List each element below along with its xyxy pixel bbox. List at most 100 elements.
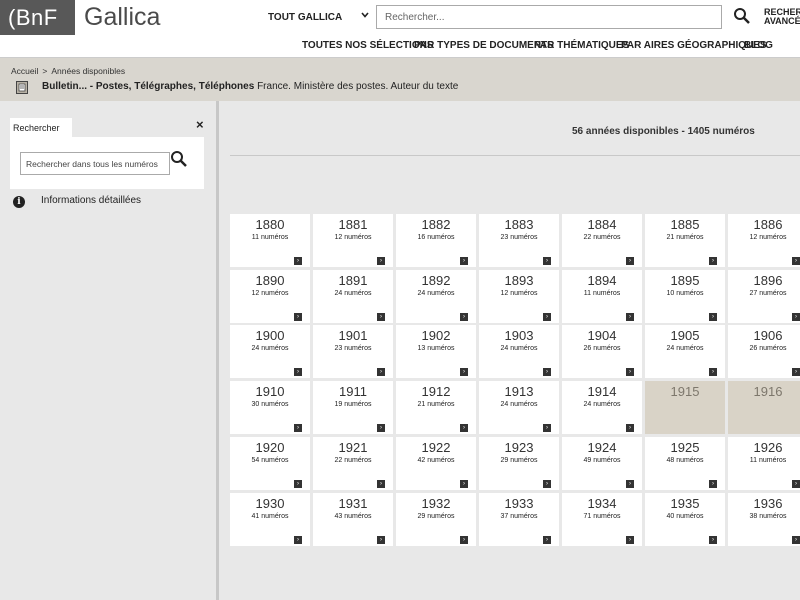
arrow-right-icon[interactable]: › <box>543 424 551 432</box>
year-card[interactable]: 1902 13 numéros › <box>396 325 476 378</box>
year-card[interactable]: 1912 21 numéros › <box>396 381 476 434</box>
arrow-right-icon[interactable]: › <box>377 368 385 376</box>
arrow-right-icon[interactable]: › <box>792 480 800 488</box>
arrow-right-icon[interactable]: › <box>792 536 800 544</box>
year-card[interactable]: 1935 40 numéros › <box>645 493 725 546</box>
search-input[interactable] <box>376 5 722 29</box>
arrow-right-icon[interactable]: › <box>377 480 385 488</box>
arrow-right-icon[interactable]: › <box>626 313 634 321</box>
year-card[interactable]: 1886 12 numéros › <box>728 214 800 267</box>
tab-search[interactable]: Rechercher <box>10 118 72 138</box>
year-card[interactable]: 1921 22 numéros › <box>313 437 393 490</box>
arrow-right-icon[interactable]: › <box>460 480 468 488</box>
year-card[interactable]: 1882 16 numéros › <box>396 214 476 267</box>
year-card[interactable]: 1923 29 numéros › <box>479 437 559 490</box>
document-author[interactable]: France. Ministère des postes. Auteur du … <box>257 81 458 92</box>
arrow-right-icon[interactable]: › <box>460 313 468 321</box>
nav-item-document-types[interactable]: PAR TYPES DE DOCUMENTS <box>414 35 554 57</box>
year-card[interactable]: 1881 12 numéros › <box>313 214 393 267</box>
year-card[interactable]: 1922 42 numéros › <box>396 437 476 490</box>
year-card[interactable]: 1930 41 numéros › <box>230 493 310 546</box>
arrow-right-icon[interactable]: › <box>377 313 385 321</box>
arrow-right-icon[interactable]: › <box>460 536 468 544</box>
arrow-right-icon[interactable]: › <box>460 368 468 376</box>
year-card[interactable]: 1910 30 numéros › <box>230 381 310 434</box>
arrow-right-icon[interactable]: › <box>543 257 551 265</box>
issue-count: 42 numéros <box>417 457 455 464</box>
year-card[interactable]: 1895 10 numéros › <box>645 270 725 323</box>
arrow-right-icon[interactable]: › <box>294 536 302 544</box>
year-card[interactable]: 1903 24 numéros › <box>479 325 559 378</box>
arrow-right-icon[interactable]: › <box>709 536 717 544</box>
document-title-main[interactable]: Bulletin... - Postes, Télégraphes, Télép… <box>42 81 254 92</box>
year-card[interactable]: 1883 23 numéros › <box>479 214 559 267</box>
arrow-right-icon[interactable]: › <box>460 257 468 265</box>
year-card[interactable]: 1932 29 numéros › <box>396 493 476 546</box>
arrow-right-icon[interactable]: › <box>543 368 551 376</box>
arrow-right-icon[interactable]: › <box>709 480 717 488</box>
year-card[interactable]: 1934 71 numéros › <box>562 493 642 546</box>
advanced-search-link[interactable]: RECHERCHE AVANCÉE <box>764 8 800 26</box>
year-card[interactable]: 1891 24 numéros › <box>313 270 393 323</box>
year-card[interactable]: 1901 23 numéros › <box>313 325 393 378</box>
arrow-right-icon[interactable]: › <box>543 536 551 544</box>
arrow-right-icon[interactable]: › <box>294 480 302 488</box>
arrow-right-icon[interactable]: › <box>626 368 634 376</box>
search-all-issues-input[interactable] <box>20 152 170 175</box>
arrow-right-icon[interactable]: › <box>709 368 717 376</box>
close-icon[interactable]: × <box>196 118 204 132</box>
arrow-right-icon[interactable]: › <box>543 480 551 488</box>
bnf-logo[interactable]: (BnF <box>0 0 75 35</box>
year-card[interactable]: 1894 11 numéros › <box>562 270 642 323</box>
arrow-right-icon[interactable]: › <box>792 368 800 376</box>
arrow-right-icon[interactable]: › <box>377 536 385 544</box>
arrow-right-icon[interactable]: › <box>709 313 717 321</box>
search-scope-select[interactable]: TOUT GALLICA <box>268 0 342 35</box>
year-card[interactable]: 1913 24 numéros › <box>479 381 559 434</box>
search-icon[interactable] <box>733 7 751 25</box>
year-card[interactable]: 1920 54 numéros › <box>230 437 310 490</box>
year-card[interactable]: 1905 24 numéros › <box>645 325 725 378</box>
arrow-right-icon[interactable]: › <box>294 368 302 376</box>
year-card[interactable]: 1890 12 numéros › <box>230 270 310 323</box>
arrow-right-icon[interactable]: › <box>626 536 634 544</box>
year-card[interactable]: 1924 49 numéros › <box>562 437 642 490</box>
year-card[interactable]: 1904 26 numéros › <box>562 325 642 378</box>
search-icon[interactable] <box>170 150 188 168</box>
arrow-right-icon[interactable]: › <box>626 257 634 265</box>
chevron-down-icon[interactable] <box>361 12 369 18</box>
nav-item-blog[interactable]: BLOG <box>744 35 773 57</box>
year-card[interactable]: 1885 21 numéros › <box>645 214 725 267</box>
year-card[interactable]: 1926 11 numéros › <box>728 437 800 490</box>
arrow-right-icon[interactable]: › <box>294 313 302 321</box>
year-card[interactable]: 1892 24 numéros › <box>396 270 476 323</box>
arrow-right-icon[interactable]: › <box>294 424 302 432</box>
year-card[interactable]: 1931 43 numéros › <box>313 493 393 546</box>
arrow-right-icon[interactable]: › <box>460 424 468 432</box>
year-card[interactable]: 1936 38 numéros › <box>728 493 800 546</box>
arrow-right-icon[interactable]: › <box>792 257 800 265</box>
arrow-right-icon[interactable]: › <box>709 257 717 265</box>
year-card[interactable]: 1884 22 numéros › <box>562 214 642 267</box>
year-card[interactable]: 1933 37 numéros › <box>479 493 559 546</box>
year-card[interactable]: 1906 26 numéros › <box>728 325 800 378</box>
breadcrumb-home[interactable]: Accueil <box>11 66 38 76</box>
year-card[interactable]: 1896 27 numéros › <box>728 270 800 323</box>
arrow-right-icon[interactable]: › <box>792 313 800 321</box>
year-card[interactable]: 1914 24 numéros › <box>562 381 642 434</box>
arrow-right-icon[interactable]: › <box>626 480 634 488</box>
gallica-logo[interactable]: Gallica <box>84 0 160 35</box>
arrow-right-icon[interactable]: › <box>543 313 551 321</box>
sidebar-resize-handle[interactable] <box>216 101 219 600</box>
year-card[interactable]: 1900 24 numéros › <box>230 325 310 378</box>
year-card[interactable]: 1893 12 numéros › <box>479 270 559 323</box>
detailed-info-link[interactable]: Informations détaillées <box>41 195 141 206</box>
nav-item-themes[interactable]: PAR THÉMATIQUES <box>534 35 629 57</box>
arrow-right-icon[interactable]: › <box>626 424 634 432</box>
arrow-right-icon[interactable]: › <box>377 257 385 265</box>
arrow-right-icon[interactable]: › <box>294 257 302 265</box>
year-card[interactable]: 1880 11 numéros › <box>230 214 310 267</box>
year-card[interactable]: 1911 19 numéros › <box>313 381 393 434</box>
year-card[interactable]: 1925 48 numéros › <box>645 437 725 490</box>
arrow-right-icon[interactable]: › <box>377 424 385 432</box>
